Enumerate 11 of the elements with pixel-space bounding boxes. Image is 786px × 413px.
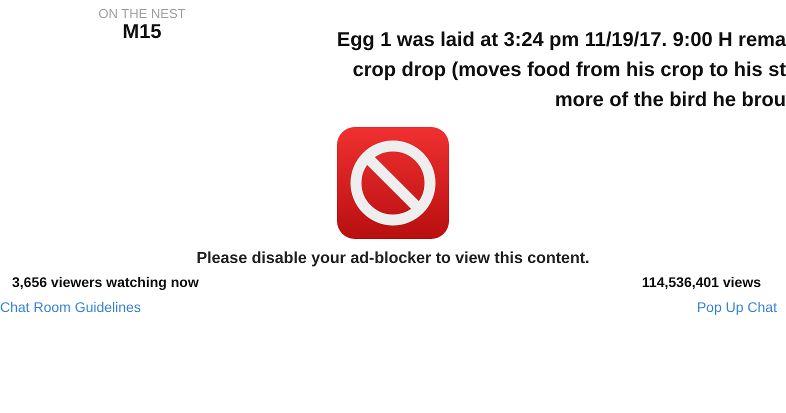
nest-name: M15: [122, 21, 162, 43]
description-line: Egg 1 was laid at 3:24 pm 11/19/17. 9:00 H rema: [336, 28, 786, 53]
guidelines-link[interactable]: Chat Room Guidelines: [0, 299, 141, 315]
nest-label: ON THE NEST: [98, 6, 186, 21]
adblock-message: Please disable your ad-blocker to view this content.: [196, 250, 590, 268]
view-count: 114,536,401 views: [642, 274, 761, 290]
popup-chat-link[interactable]: Pop Up Chat: [696, 299, 777, 315]
description-line: crop drop (moves food from his crop to his st: [352, 58, 786, 83]
description-line: more of the bird he brou: [554, 88, 786, 110]
blocked-icon: [336, 126, 450, 240]
viewer-count: 3,656 viewers watching now: [12, 274, 199, 290]
